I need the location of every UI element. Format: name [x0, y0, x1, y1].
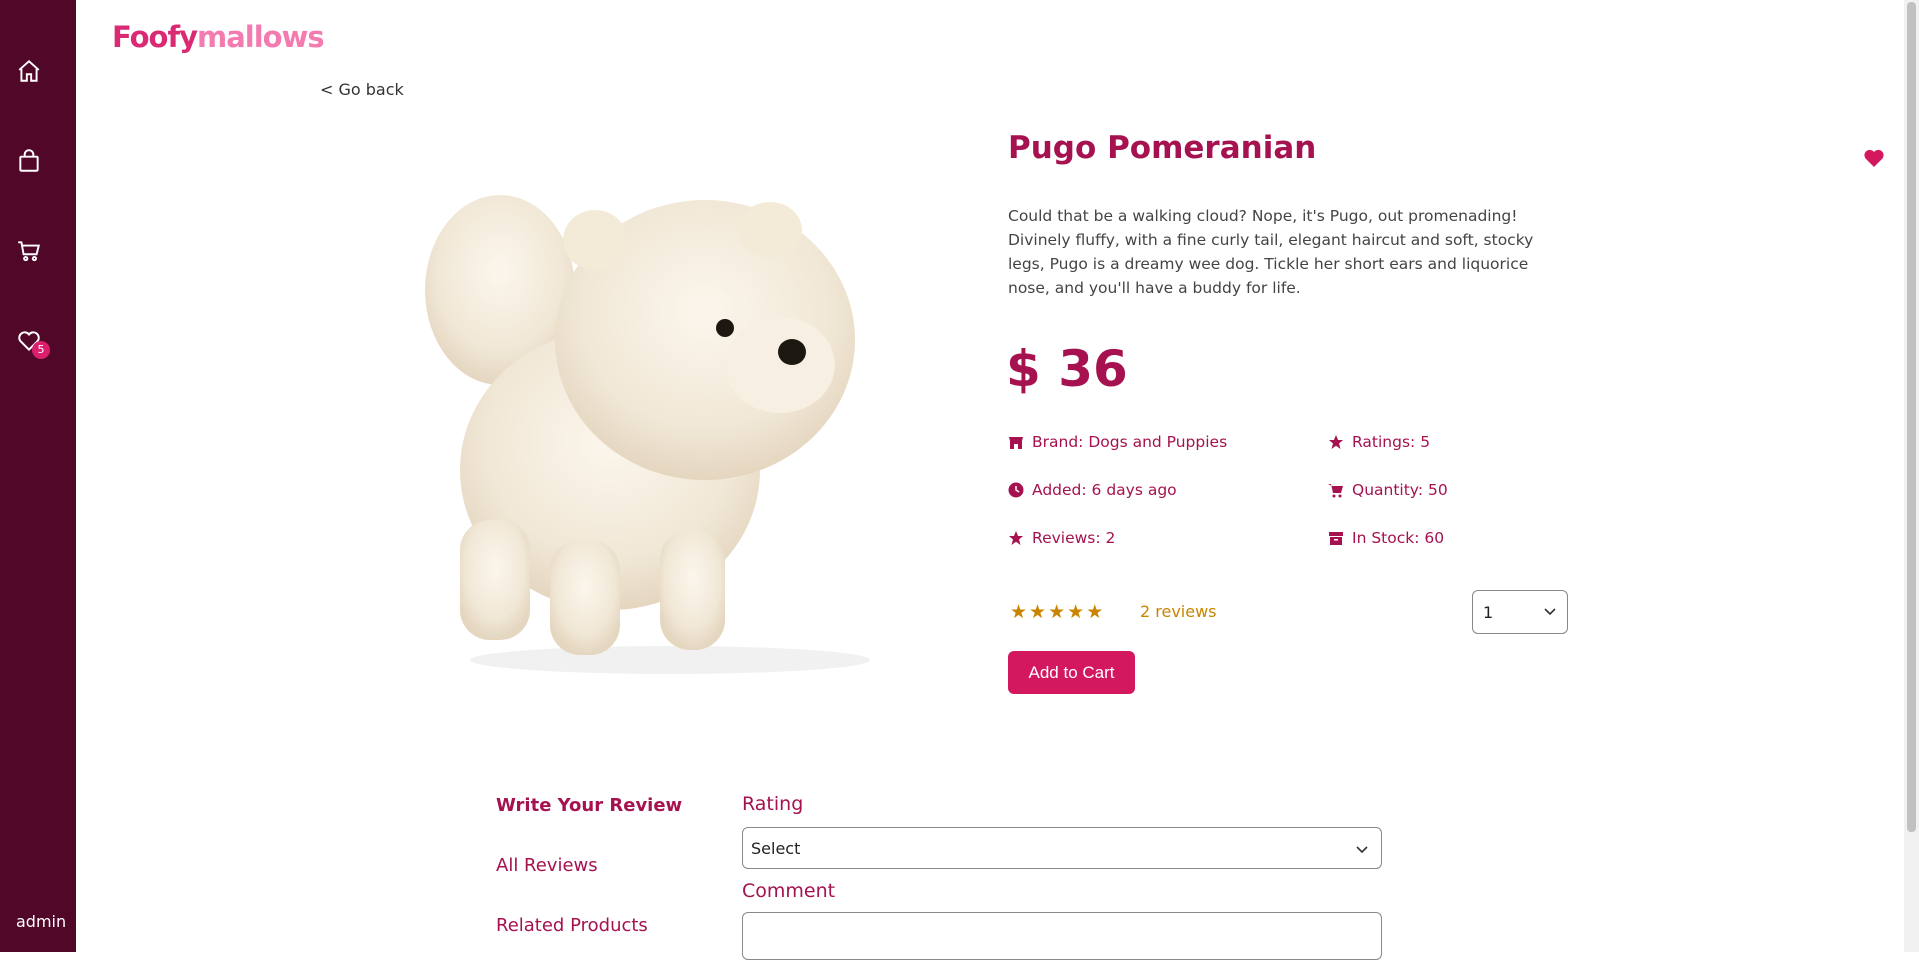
tab-all-reviews[interactable]: All Reviews [496, 855, 598, 876]
rating-label: Rating [742, 793, 804, 815]
star-icon: ★ [1010, 601, 1028, 623]
store-icon [1009, 437, 1023, 449]
added-text: Added: 6 days ago [1032, 481, 1177, 499]
added-info: Added: 6 days ago [1008, 481, 1177, 499]
cart-icon[interactable] [14, 236, 44, 266]
home-icon[interactable] [14, 56, 44, 86]
logo[interactable]: Foofymallows [112, 20, 325, 54]
chevron-down-icon [1356, 846, 1368, 854]
quantity-select-value: 1 [1483, 602, 1494, 622]
product-description: Could that be a walking cloud? Nope, it'… [1008, 207, 1534, 297]
add-to-cart-button[interactable]: Add to Cart [1008, 651, 1135, 694]
quantity-select[interactable]: 1 [1472, 590, 1568, 634]
comment-label: Comment [742, 880, 836, 902]
brand-info: Brand: Dogs and Puppies [1008, 433, 1227, 451]
tab-related-products[interactable]: Related Products [496, 915, 648, 936]
rating-stars: ★ ★ ★ ★ ★ [1010, 601, 1103, 623]
scrollbar-thumb[interactable] [1907, 2, 1916, 832]
wishlist-count-badge: 5 [32, 341, 50, 359]
go-back-link[interactable]: < Go back [320, 80, 404, 99]
reviews-info: Reviews: 2 [1008, 529, 1115, 547]
brand-text: Brand: Dogs and Puppies [1032, 433, 1228, 451]
tab-write-review[interactable]: Write Your Review [496, 795, 682, 816]
shopping-bag-icon[interactable] [14, 146, 44, 176]
cart-icon [1328, 484, 1343, 498]
box-icon [1329, 532, 1343, 545]
in-stock-text: In Stock: 60 [1352, 529, 1445, 547]
in-stock-info: In Stock: 60 [1328, 529, 1444, 547]
quantity-text: Quantity: 50 [1352, 481, 1448, 499]
comment-textarea[interactable] [742, 912, 1382, 960]
ratings-text: Ratings: 5 [1352, 433, 1431, 451]
rating-select-value: Select [751, 838, 801, 858]
chevron-down-icon [1544, 608, 1556, 616]
reviews-count-link[interactable]: 2 reviews [1140, 602, 1217, 621]
reviews-text: Reviews: 2 [1032, 529, 1116, 547]
star-icon: ★ [1086, 601, 1104, 623]
star-icon: ★ [1067, 601, 1085, 623]
rating-select[interactable]: Select [742, 827, 1382, 869]
product-image [425, 195, 870, 674]
product-title: Pugo Pomeranian [1008, 130, 1317, 166]
product-price: $ 36 [1006, 340, 1128, 398]
ratings-info: Ratings: 5 [1328, 433, 1430, 451]
favorite-heart-icon[interactable] [1862, 146, 1886, 170]
sidebar [0, 0, 76, 952]
clock-icon [1008, 482, 1024, 498]
star-icon: ★ [1029, 601, 1047, 623]
logo-part-2: mallows [197, 20, 325, 54]
user-name[interactable]: admin [16, 912, 66, 931]
quantity-info: Quantity: 50 [1328, 481, 1448, 499]
star-icon: ★ [1048, 601, 1066, 623]
logo-part-1: Foofy [112, 20, 198, 54]
star-icon [1009, 531, 1023, 545]
star-icon [1329, 435, 1343, 449]
